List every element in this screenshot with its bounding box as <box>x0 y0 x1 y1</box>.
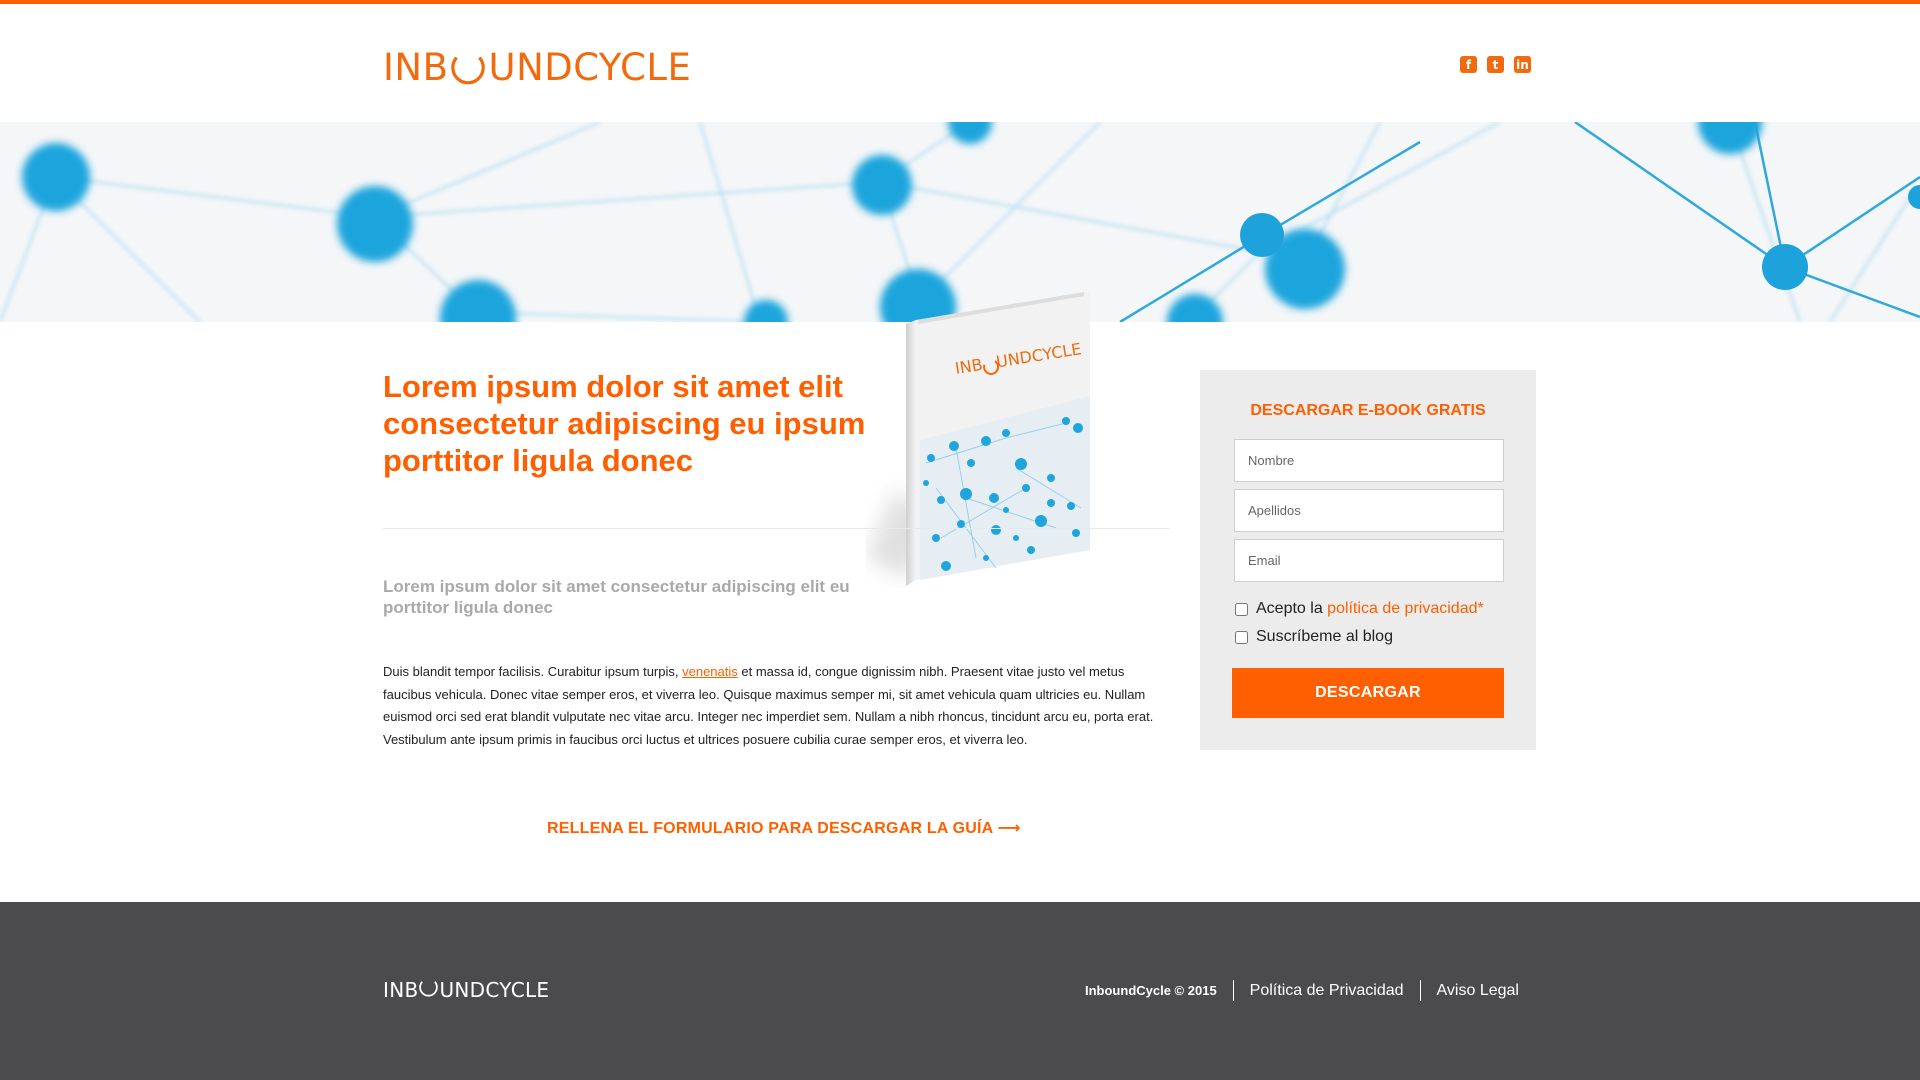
body-paragraph: Duis blandit tempor facilisis. Curabitur… <box>383 661 1163 751</box>
privacy-checkbox-row[interactable]: Acepto la política de privacidad * <box>1235 600 1484 618</box>
privacy-checkbox[interactable] <box>1235 602 1248 616</box>
footer-logo[interactable]: INB UNDCYCLE <box>383 977 549 1003</box>
footer-logo-ring-icon <box>418 977 439 1003</box>
section-divider <box>383 528 1170 529</box>
privacy-label-prefix: Acepto la <box>1256 600 1323 617</box>
subscribe-checkbox-row[interactable]: Suscríbeme al blog <box>1235 628 1393 646</box>
linkedin-icon[interactable]: in <box>1514 56 1531 73</box>
footer-links: InboundCycle © 2015 Política de Privacid… <box>1085 980 1519 1001</box>
footer: INB UNDCYCLE InboundCycle © 2015 Polític… <box>0 902 1920 1080</box>
download-form: DESCARGAR E-BOOK GRATIS Acepto la políti… <box>1200 370 1536 750</box>
page-subtitle: Lorem ipsum dolor sit amet consectetur a… <box>383 577 850 617</box>
form-title: DESCARGAR E-BOOK GRATIS <box>1250 402 1486 419</box>
nombre-field[interactable] <box>1234 439 1504 482</box>
body-text-start: Duis blandit tempor facilisis. Curabitur… <box>383 664 683 679</box>
brand-logo[interactable]: INB UNDCYCLE <box>383 46 691 89</box>
logo-text-left: INB <box>383 46 449 89</box>
logo-text-right: UNDCYCLE <box>488 46 692 89</box>
ebook-cover-image: INB UNDCYCLE <box>866 288 1096 588</box>
subscribe-label: Suscríbeme al blog <box>1256 628 1393 645</box>
social-links: f t in <box>1460 56 1531 73</box>
subscribe-checkbox[interactable] <box>1235 630 1248 644</box>
logo-ring-icon <box>449 49 487 87</box>
privacy-policy-link[interactable]: política de privacidad <box>1327 600 1477 618</box>
footer-logo-text-left: INB <box>383 978 419 1002</box>
copyright-text: InboundCycle © 2015 <box>1085 983 1217 998</box>
footer-logo-text-right: UNDCYCLE <box>439 978 550 1002</box>
header: INB UNDCYCLE f t in <box>0 4 1920 122</box>
body-inline-link[interactable]: venenatis <box>682 664 738 679</box>
facebook-icon[interactable]: f <box>1460 56 1477 73</box>
cta-fill-form-link[interactable]: RELLENA EL FORMULARIO PARA DESCARGAR LA … <box>547 818 1021 838</box>
page-title: Lorem ipsum dolor sit amet elit consecte… <box>383 369 866 478</box>
footer-separator <box>1232 980 1234 1001</box>
required-asterisk: * <box>1477 600 1484 617</box>
footer-link-privacy[interactable]: Política de Privacidad <box>1250 982 1404 1000</box>
apellidos-field[interactable] <box>1234 489 1504 532</box>
footer-separator <box>1419 980 1421 1001</box>
descargar-button[interactable]: DESCARGAR <box>1232 668 1504 718</box>
twitter-icon[interactable]: t <box>1487 56 1504 73</box>
email-field[interactable] <box>1234 539 1504 582</box>
footer-link-legal[interactable]: Aviso Legal <box>1437 982 1519 1000</box>
